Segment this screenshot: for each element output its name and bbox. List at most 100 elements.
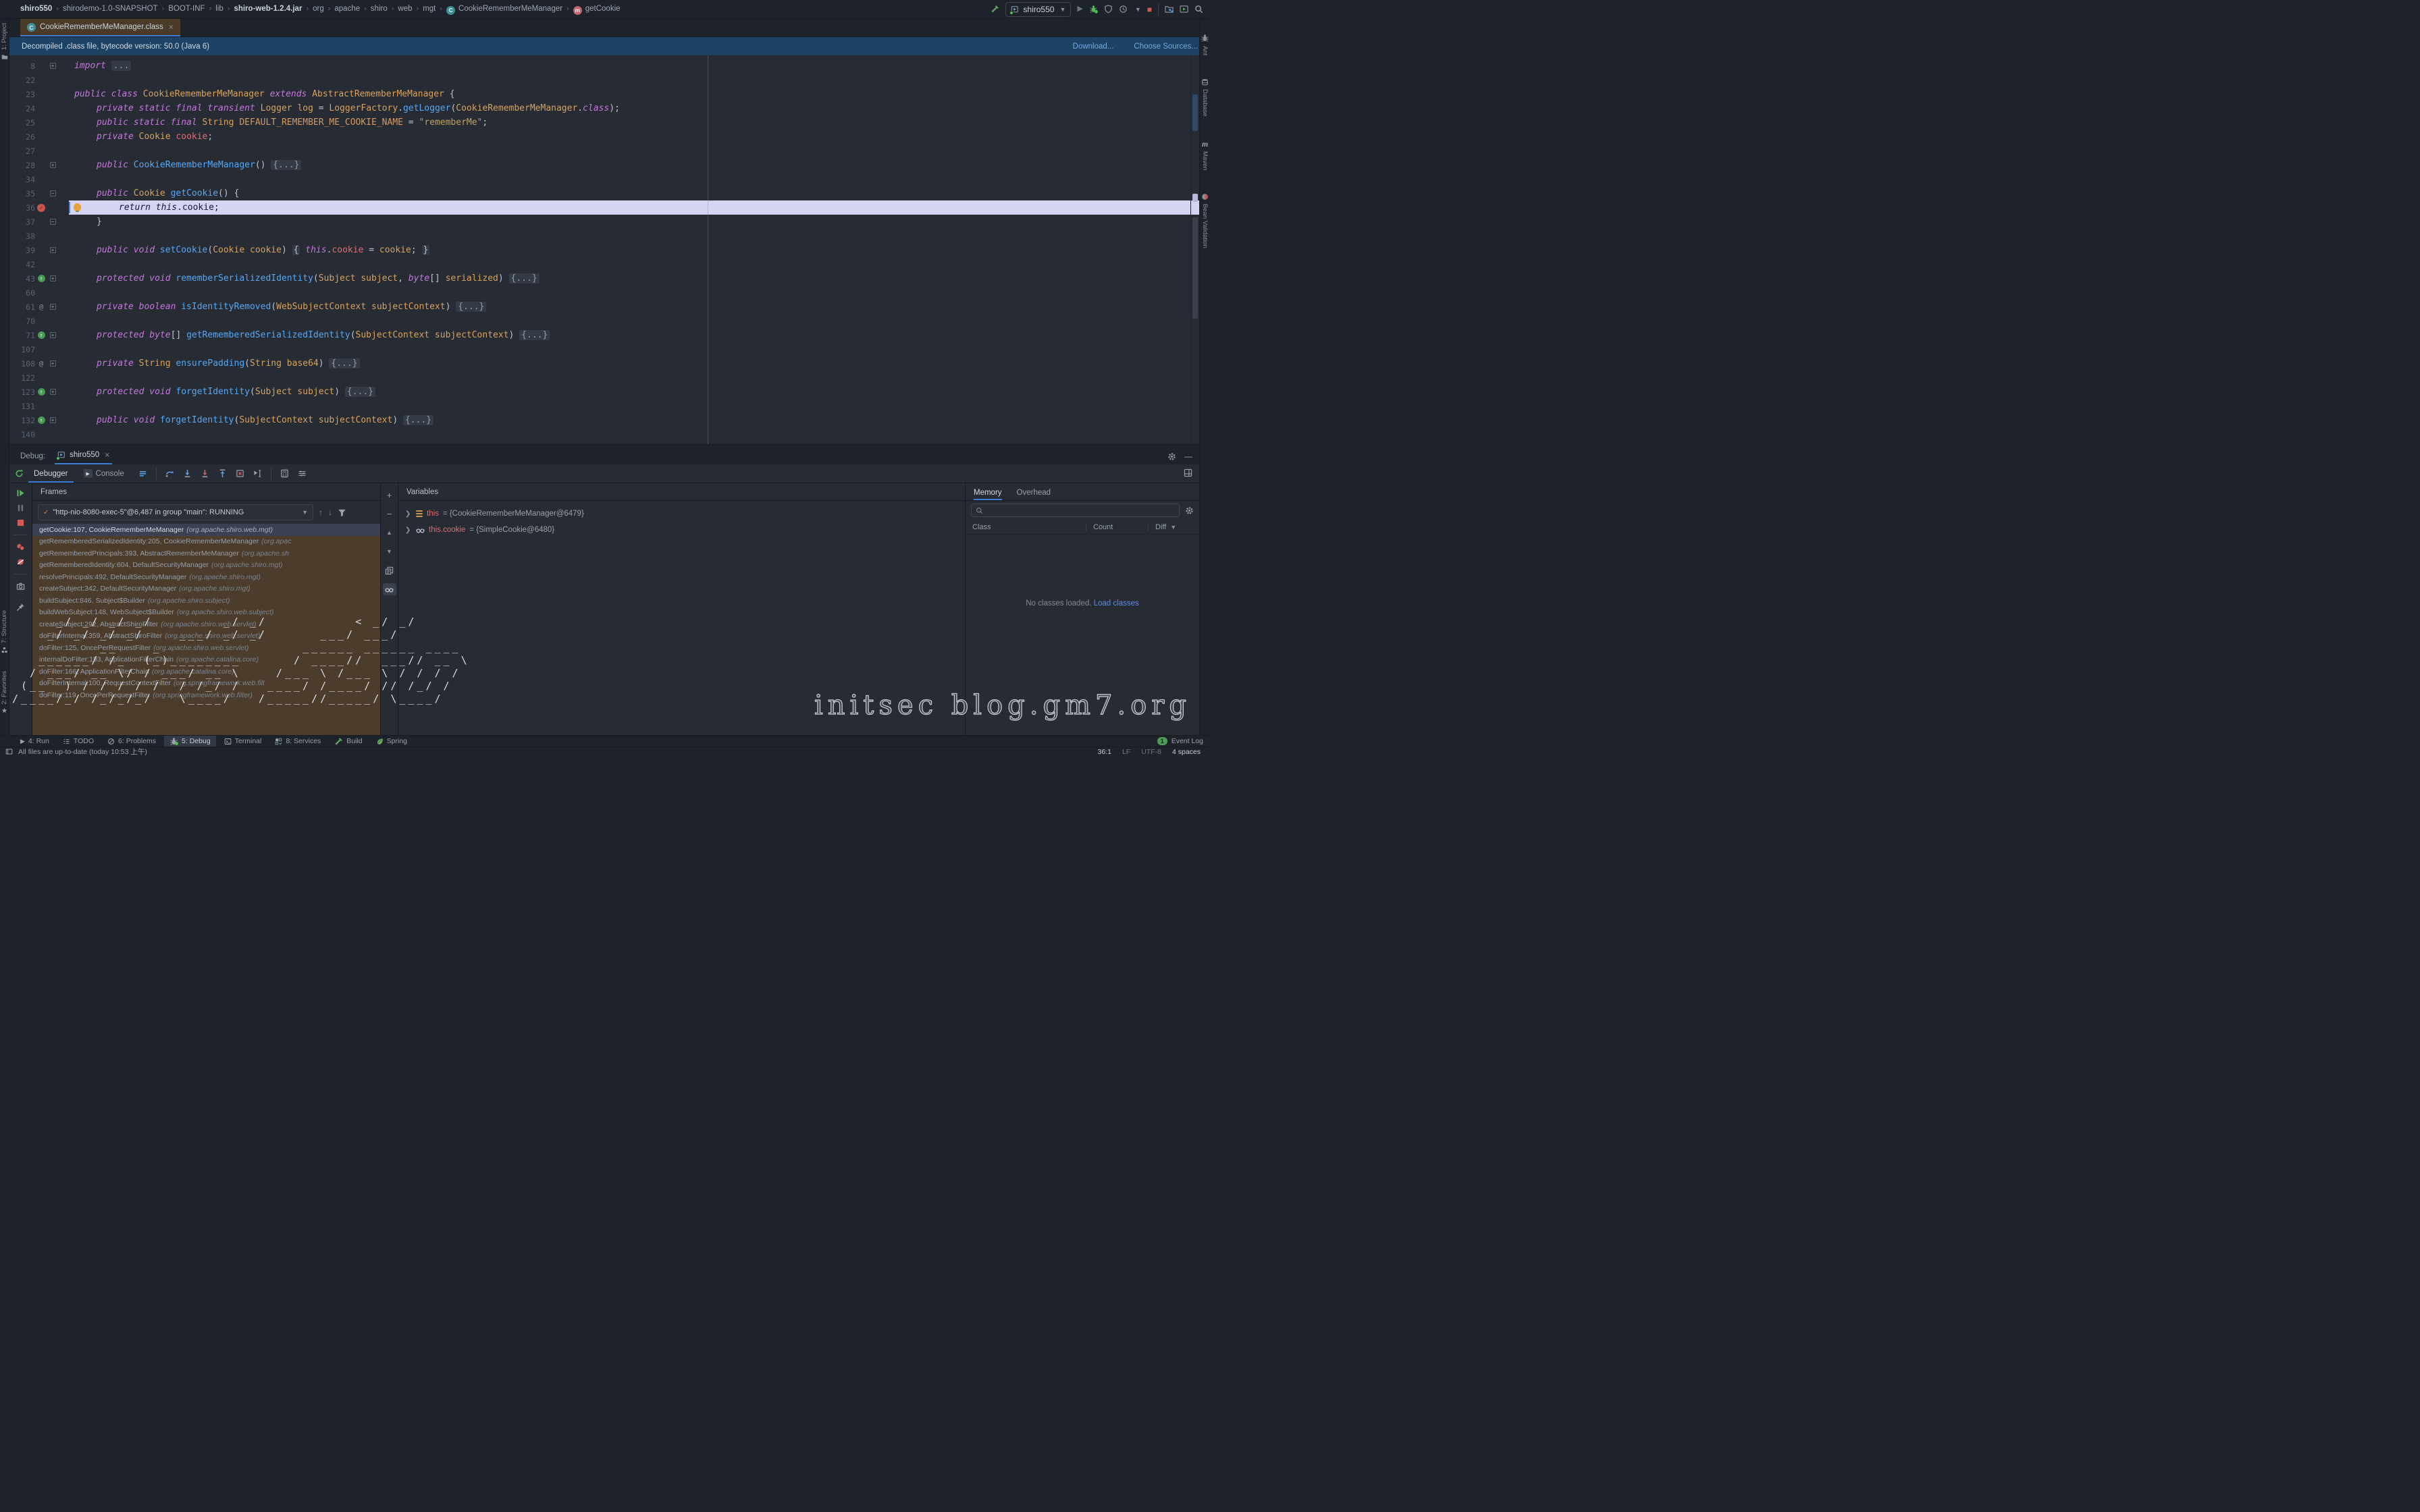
memory-search-input[interactable] xyxy=(971,504,1180,517)
load-classes-link[interactable]: Load classes xyxy=(1094,599,1139,608)
breakpoint-icon[interactable]: ✓ xyxy=(37,204,45,212)
intention-bulb-icon[interactable] xyxy=(74,203,81,211)
override-marker-icon[interactable]: ↑ xyxy=(38,275,45,282)
breadcrumb-item[interactable]: lib xyxy=(215,5,223,13)
line-number[interactable]: 37 xyxy=(9,217,35,227)
code-line-25[interactable]: 25public static final String DEFAULT_REM… xyxy=(9,115,1199,130)
override-marker-icon[interactable]: ↑ xyxy=(38,388,45,396)
debug-button-icon[interactable] xyxy=(1089,5,1098,14)
line-separator[interactable]: LF xyxy=(1122,748,1130,756)
resume-program-icon[interactable] xyxy=(16,489,25,497)
toolwindow-build[interactable]: Build xyxy=(329,736,367,747)
fold-toggle-icon[interactable]: − xyxy=(50,190,56,196)
line-number[interactable]: 43 xyxy=(9,274,35,284)
line-number[interactable]: 39 xyxy=(9,246,35,255)
breadcrumb-item[interactable]: apache xyxy=(334,5,360,13)
frame-row[interactable]: buildWebSubject:148, WebSubject$Builder … xyxy=(32,607,380,619)
rerun-program-icon[interactable] xyxy=(15,469,24,478)
show-execution-point-icon[interactable] xyxy=(138,469,147,478)
breadcrumb-item[interactable]: CCookieRememberMeManager xyxy=(446,5,562,13)
line-number[interactable]: 34 xyxy=(9,175,35,184)
chevron-right-icon[interactable]: ❯ xyxy=(405,510,412,518)
pause-program-icon[interactable] xyxy=(16,504,25,512)
code-line-60[interactable]: 60 xyxy=(9,286,1199,300)
fold-toggle-icon[interactable]: + xyxy=(50,332,56,338)
move-watch-down-button[interactable]: ▼ xyxy=(383,545,396,558)
caret-position[interactable]: 36:1 xyxy=(1098,748,1111,756)
code-line-34[interactable]: 34 xyxy=(9,172,1199,186)
breadcrumb-item[interactable]: shirodemo-1.0-SNAPSHOT xyxy=(63,5,158,13)
code-line-43[interactable]: 43↑+protected void rememberSerializedIde… xyxy=(9,271,1199,286)
tool-strip-item[interactable]: 1: Project xyxy=(1,23,8,60)
toolwindow-terminal[interactable]: Terminal xyxy=(219,736,267,747)
code-editor[interactable]: 8+import ...2223public class CookieRemem… xyxy=(9,55,1199,444)
breadcrumb-item[interactable]: mgt xyxy=(423,5,436,13)
frame-row[interactable]: buildSubject:846, Subject$Builder (org.a… xyxy=(32,595,380,607)
debug-session-tab[interactable]: shiro550 × xyxy=(55,447,112,464)
memory-settings-icon[interactable] xyxy=(1185,506,1194,515)
code-line-131[interactable]: 131 xyxy=(9,399,1199,413)
code-line-22[interactable]: 22 xyxy=(9,73,1199,87)
breadcrumb-item[interactable]: BOOT-INF xyxy=(168,5,205,13)
toolwindow-4-run[interactable]: ▶4: Run xyxy=(15,736,55,747)
frame-row[interactable]: resolvePrincipals:492, DefaultSecurityMa… xyxy=(32,571,380,583)
editor-scrollbar[interactable] xyxy=(1190,55,1199,444)
profiler-button-icon[interactable] xyxy=(1119,5,1128,14)
line-number[interactable]: 8 xyxy=(9,61,35,71)
line-number[interactable]: 132 xyxy=(9,416,35,425)
frame-row[interactable]: doFilter:119, OncePerRequestFilter (org.… xyxy=(32,689,380,701)
search-everywhere-button-icon[interactable] xyxy=(1194,5,1203,14)
fold-toggle-icon[interactable]: − xyxy=(50,219,56,225)
toolwindow-6-problems[interactable]: 6: Problems xyxy=(102,736,161,747)
remove-watch-button[interactable]: − xyxy=(383,508,396,520)
code-line-23[interactable]: 23public class CookieRememberMeManager e… xyxy=(9,87,1199,101)
column-diff[interactable]: Diff▼ xyxy=(1148,523,1183,531)
breadcrumb-item[interactable]: shiro-web-1.2.4.jar xyxy=(234,5,302,13)
frame-row[interactable]: internalDoFilter:193, ApplicationFilterC… xyxy=(32,654,380,666)
pin-tab-icon[interactable] xyxy=(16,603,25,612)
coverage-button-icon[interactable] xyxy=(1104,5,1113,14)
line-number[interactable]: 28 xyxy=(9,161,35,170)
line-number[interactable]: 131 xyxy=(9,402,35,411)
frame-row[interactable]: getRememberedPrincipals:393, AbstractRem… xyxy=(32,547,380,560)
tool-strip-item[interactable]: mMaven xyxy=(1201,140,1209,171)
code-line-42[interactable]: 42 xyxy=(9,257,1199,271)
move-watch-up-button[interactable]: ▲ xyxy=(383,526,396,539)
code-line-37[interactable]: 37−} xyxy=(9,215,1199,229)
frame-row[interactable]: doFilter:125, OncePerRequestFilter (org.… xyxy=(32,642,380,654)
code-line-26[interactable]: 26private Cookie cookie; xyxy=(9,130,1199,144)
tab-memory[interactable]: Memory xyxy=(974,489,1002,500)
line-number[interactable]: 38 xyxy=(9,232,35,241)
show-watches-button[interactable] xyxy=(383,583,396,595)
mute-breakpoints-icon[interactable] xyxy=(16,558,25,566)
code-line-38[interactable]: 38 xyxy=(9,229,1199,243)
toolwindow-spring[interactable]: Spring xyxy=(371,736,413,747)
run-button-icon[interactable]: ▶ xyxy=(1077,5,1082,13)
thread-selector[interactable]: ✓ "http-nio-8080-exec-5"@6,487 in group … xyxy=(38,504,313,520)
step-into-icon[interactable] xyxy=(183,469,192,478)
line-number[interactable]: 27 xyxy=(9,146,35,156)
line-number[interactable]: 25 xyxy=(9,118,35,128)
frame-up-icon[interactable]: ↑ xyxy=(319,508,323,517)
variable-row[interactable]: ❯this.cookie= {SimpleCookie@6480} xyxy=(405,523,965,537)
line-number[interactable]: 108 xyxy=(9,359,35,369)
stop-process-icon[interactable] xyxy=(16,518,25,527)
code-line-140[interactable]: 140 xyxy=(9,427,1199,441)
restore-layout-icon[interactable] xyxy=(1184,468,1192,477)
thread-dump-icon[interactable] xyxy=(16,582,25,591)
code-line-27[interactable]: 27 xyxy=(9,144,1199,158)
line-number[interactable]: 71 xyxy=(9,331,35,340)
force-step-into-icon[interactable] xyxy=(201,469,209,478)
fold-toggle-icon[interactable]: + xyxy=(50,247,56,253)
line-number[interactable]: 26 xyxy=(9,132,35,142)
fold-toggle-icon[interactable]: + xyxy=(50,417,56,423)
debugger-settings-icon[interactable] xyxy=(298,469,307,478)
evaluate-expression-icon[interactable] xyxy=(280,469,289,478)
editor-tab[interactable]: C CookieRememberMeManager.class × xyxy=(20,19,180,36)
breadcrumb-item[interactable]: shiro550 xyxy=(20,5,52,13)
override-marker-icon[interactable]: ↑ xyxy=(38,416,45,424)
code-line-8[interactable]: 8+import ... xyxy=(9,59,1199,73)
frame-row[interactable]: getRememberedIdentity:604, DefaultSecuri… xyxy=(32,560,380,572)
fold-toggle-icon[interactable]: + xyxy=(50,162,56,168)
close-icon[interactable]: × xyxy=(105,450,109,460)
